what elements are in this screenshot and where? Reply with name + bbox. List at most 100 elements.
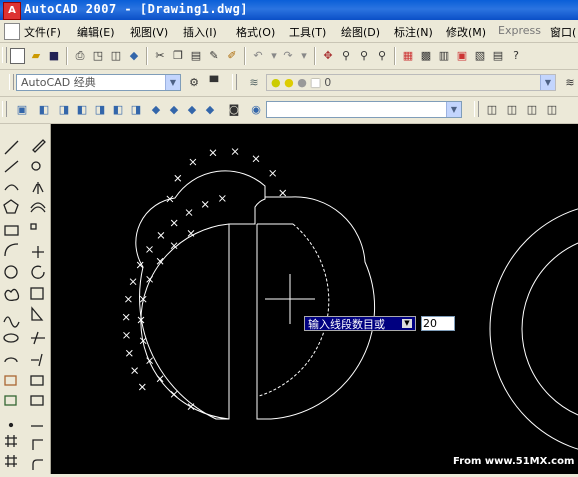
trim-icon[interactable] (31, 331, 45, 345)
toolbar-grip[interactable] (2, 47, 7, 63)
move-icon[interactable] (32, 246, 44, 258)
offset-icon[interactable] (30, 202, 46, 213)
menu-window[interactable]: 窗口( (550, 24, 576, 40)
right-view-icon[interactable]: ◨ (92, 102, 108, 118)
left-view-icon[interactable]: ◧ (74, 102, 90, 118)
make-block-icon[interactable] (4, 395, 17, 406)
rectangle-icon[interactable] (4, 225, 19, 236)
hatch-icon[interactable] (5, 435, 17, 447)
menu-file[interactable]: 文件(F) (24, 24, 61, 40)
named-views-icon[interactable]: ▣ (14, 102, 30, 118)
point-icon[interactable] (8, 422, 14, 428)
copy-icon[interactable]: ❐ (170, 48, 186, 64)
menu-view[interactable]: 视图(V) (130, 24, 168, 40)
menu-edit[interactable]: 编辑(E) (77, 24, 115, 40)
make-object-layer-current-icon[interactable]: ≋ (562, 75, 578, 91)
redo-icon[interactable]: ↷ (280, 48, 296, 64)
draw-order-under-icon[interactable]: ◫ (544, 102, 560, 118)
menu-modify[interactable]: 修改(M) (446, 24, 486, 40)
prompt-options-icon[interactable]: ▼ (402, 319, 412, 328)
revision-cloud-icon[interactable] (4, 288, 20, 302)
extend-icon[interactable] (31, 353, 43, 367)
arc-icon[interactable] (4, 243, 19, 257)
calculator-icon[interactable]: ▤ (490, 48, 506, 64)
print-icon[interactable]: ⎙ (72, 48, 88, 64)
save-workspace-icon[interactable]: ▀ (206, 75, 222, 91)
spline-icon[interactable] (3, 316, 20, 328)
autocad-app-icon[interactable]: A (3, 2, 21, 20)
break-icon[interactable] (30, 395, 44, 406)
construction-line-icon[interactable] (4, 160, 19, 173)
nw-isometric-icon[interactable]: ◆ (202, 102, 218, 118)
menu-dimension[interactable]: 标注(N) (394, 24, 433, 40)
top-view-icon[interactable]: ◧ (36, 102, 52, 118)
workspace-settings-icon[interactable]: ⚙ (186, 75, 202, 91)
circle-icon[interactable] (4, 265, 18, 279)
match-properties-icon[interactable]: ✎ (206, 48, 222, 64)
menu-format[interactable]: 格式(O) (236, 24, 275, 40)
draw-order-back-icon[interactable]: ◫ (504, 102, 520, 118)
break-at-point-icon[interactable] (30, 375, 44, 386)
block-editor-icon[interactable]: ✐ (224, 48, 240, 64)
toolbar-grip[interactable] (2, 101, 7, 117)
line-icon[interactable] (4, 140, 19, 155)
etransmit-icon[interactable]: ◆ (126, 48, 142, 64)
scale-icon[interactable] (30, 287, 44, 300)
toolbar-grip[interactable] (9, 74, 14, 90)
menu-express[interactable]: Express (498, 24, 541, 37)
gradient-icon[interactable] (5, 455, 17, 467)
viewport-icon[interactable]: ◉ (248, 102, 264, 118)
erase-icon[interactable] (32, 139, 46, 153)
chevron-down-icon[interactable]: ▼ (446, 102, 461, 117)
workspace-select[interactable]: AutoCAD 经典 ▼ (16, 74, 181, 91)
toolbar-grip[interactable] (474, 101, 479, 117)
help-icon[interactable]: ? (508, 48, 524, 64)
cut-icon[interactable]: ✂ (152, 48, 168, 64)
zoom-realtime-icon[interactable]: ⚲ (338, 48, 354, 64)
polyline-icon[interactable] (4, 184, 19, 191)
view-select[interactable]: ▼ (266, 101, 462, 118)
rotate-icon[interactable] (31, 265, 45, 279)
mirror-icon[interactable] (32, 182, 44, 194)
undo-icon[interactable]: ↶ (250, 48, 266, 64)
tool-palettes-icon[interactable]: ▥ (436, 48, 452, 64)
chamfer-icon[interactable] (32, 439, 43, 450)
zoom-window-icon[interactable]: ⚲ (356, 48, 372, 64)
save-icon[interactable]: ■ (46, 48, 62, 64)
publish-icon[interactable]: ◫ (108, 48, 124, 64)
insert-block-icon[interactable] (4, 375, 17, 386)
redo-dropdown-icon[interactable]: ▾ (296, 48, 312, 64)
new-icon[interactable] (10, 48, 25, 64)
menu-draw[interactable]: 绘图(D) (341, 24, 380, 40)
chevron-down-icon[interactable]: ▼ (165, 75, 180, 90)
plot-preview-icon[interactable]: ◳ (90, 48, 106, 64)
ne-isometric-icon[interactable]: ◆ (184, 102, 200, 118)
sheet-set-icon[interactable]: ▣ (454, 48, 470, 64)
back-view-icon[interactable]: ◨ (128, 102, 144, 118)
pan-icon[interactable]: ✥ (320, 48, 336, 64)
zoom-previous-icon[interactable]: ⚲ (374, 48, 390, 64)
draw-order-front-icon[interactable]: ◫ (484, 102, 500, 118)
array-icon[interactable] (30, 223, 37, 230)
layer-manager-icon[interactable]: ≋ (246, 75, 262, 91)
segment-count-input[interactable]: 20 (421, 316, 455, 331)
properties-icon[interactable]: ▦ (400, 48, 416, 64)
front-view-icon[interactable]: ◧ (110, 102, 126, 118)
layer-select[interactable]: ● ● ● ■ 0 ▼ (266, 74, 556, 91)
ellipse-arc-icon[interactable] (4, 357, 18, 363)
paste-icon[interactable]: ▤ (188, 48, 204, 64)
bottom-view-icon[interactable]: ◨ (56, 102, 72, 118)
toolbar-grip[interactable] (232, 74, 237, 90)
camera-icon[interactable]: ◙ (226, 102, 242, 118)
draw-order-above-icon[interactable]: ◫ (524, 102, 540, 118)
markup-icon[interactable]: ▧ (472, 48, 488, 64)
design-center-icon[interactable]: ▩ (418, 48, 434, 64)
fillet-icon[interactable] (32, 459, 43, 470)
se-isometric-icon[interactable]: ◆ (166, 102, 182, 118)
document-icon[interactable] (4, 23, 20, 40)
copy-object-icon[interactable] (31, 161, 41, 171)
sw-isometric-icon[interactable]: ◆ (148, 102, 164, 118)
menu-insert[interactable]: 插入(I) (183, 24, 217, 40)
open-icon[interactable]: ▰ (28, 48, 44, 64)
stretch-icon[interactable] (31, 306, 44, 321)
